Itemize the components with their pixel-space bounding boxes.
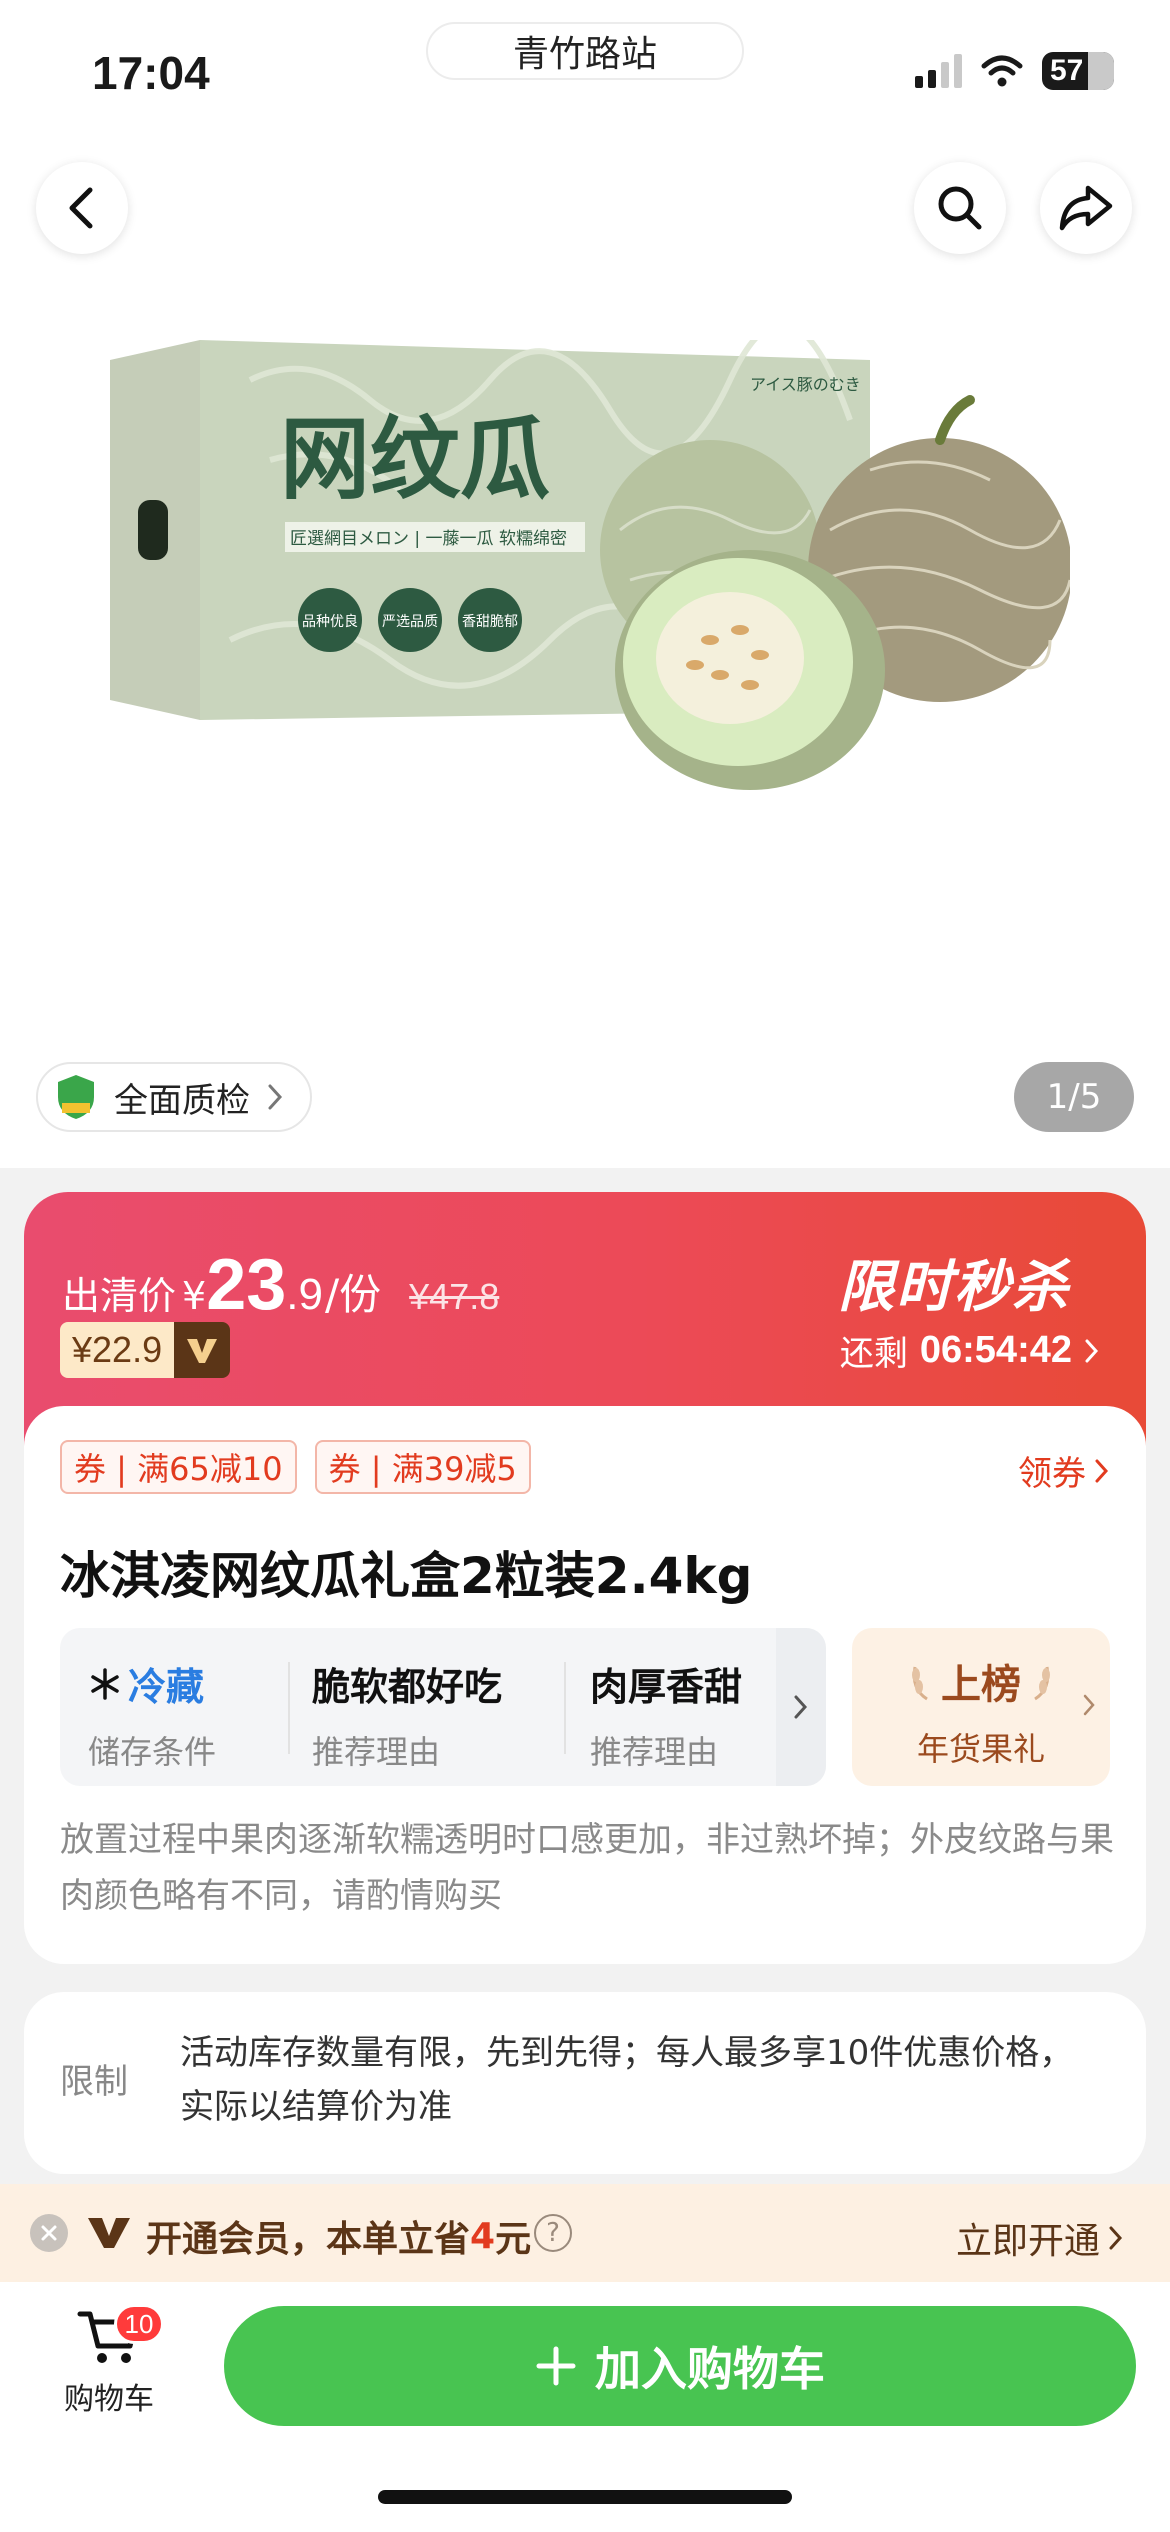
bottom-bar: 10 购物车 加入购物车 bbox=[0, 2282, 1170, 2532]
attr-value: 冷藏 bbox=[128, 1665, 205, 1709]
rank-value: 上榜 bbox=[941, 1662, 1021, 1708]
close-icon bbox=[41, 2225, 57, 2241]
vip-price: ¥22.9 bbox=[60, 1322, 175, 1378]
vip-price-tag: ¥22.9 bbox=[60, 1322, 231, 1378]
flash-sale-title: 限时秒杀 bbox=[838, 1255, 1070, 1320]
price-label: 出清价 bbox=[62, 1274, 177, 1318]
home-indicator bbox=[378, 2490, 792, 2504]
vip-logo-icon bbox=[88, 2218, 130, 2248]
membership-bar[interactable]: 开通会员，本单立省 4 元 ? 立即开通 bbox=[0, 2184, 1170, 2282]
attr-key: 推荐理由 bbox=[312, 1733, 441, 1771]
attr-more-button[interactable] bbox=[776, 1628, 826, 1786]
box-japanese: アイス豚のむき bbox=[750, 375, 861, 394]
product-title: 冰淇凌网纹瓜礼盒2粒装2.4kg bbox=[60, 1547, 753, 1605]
coupon-tag[interactable]: 券 | 满65减10 bbox=[60, 1440, 297, 1494]
share-button[interactable] bbox=[1040, 162, 1132, 254]
attr-key: 推荐理由 bbox=[590, 1733, 719, 1771]
product-info-card: 券 | 满65减10 券 | 满39减5 领券 冰淇凌网纹瓜礼盒2粒装2.4kg… bbox=[24, 1406, 1146, 1964]
box-subtitle: 匠選網目メロン | 一藤一瓜 软糯绵密 bbox=[290, 529, 567, 549]
chevron-right-icon bbox=[268, 1084, 283, 1110]
limit-label: 限制 bbox=[60, 2062, 128, 2102]
membership-text-suffix: 元 bbox=[495, 2219, 532, 2260]
attribute-strip[interactable]: 冷藏 储存条件 脆软都好吃 推荐理由 肉厚香甜 推荐理由 bbox=[60, 1628, 826, 1786]
coupon-tag[interactable]: 券 | 满39减5 bbox=[314, 1440, 531, 1494]
add-to-cart-label: 加入购物车 bbox=[595, 2342, 825, 2396]
box-badge-3: 香甜脆郁 bbox=[462, 613, 518, 630]
box-badge-1: 品种优良 bbox=[302, 614, 358, 630]
battery-icon: 57 bbox=[1042, 52, 1114, 90]
chevron-right-icon bbox=[1085, 1339, 1099, 1362]
laurel-left-icon bbox=[912, 1666, 928, 1701]
chevron-right-icon bbox=[794, 1695, 808, 1719]
vip-logo-icon bbox=[174, 1322, 231, 1378]
ranking-badge[interactable]: 上榜 年货果礼 bbox=[852, 1628, 1110, 1786]
open-membership-link[interactable]: 立即开通 bbox=[956, 2212, 1124, 2264]
open-membership-label: 立即开通 bbox=[955, 2221, 1100, 2262]
laurel-right-icon bbox=[1034, 1666, 1050, 1701]
rank-key: 年货果礼 bbox=[916, 1730, 1045, 1768]
price-currency: ¥ bbox=[182, 1274, 207, 1318]
membership-saving-amount: 4 bbox=[470, 2215, 496, 2257]
product-description: 放置过程中果肉逐渐软糯透明时口感更加，非过熟坏掉；外皮纹路与果肉颜色略有不同，请… bbox=[60, 1820, 1114, 1916]
price-unit: /份 bbox=[325, 1270, 382, 1319]
add-to-cart-button[interactable]: 加入购物车 bbox=[224, 2306, 1136, 2426]
location-pill[interactable]: 青竹路站 bbox=[426, 22, 744, 80]
back-button[interactable] bbox=[36, 162, 128, 254]
signal-icon bbox=[915, 54, 962, 88]
attr-value: 肉厚香甜 bbox=[590, 1665, 743, 1709]
cart-count-badge: 10 bbox=[114, 2304, 164, 2344]
chevron-right-icon bbox=[1109, 2226, 1123, 2250]
quality-check-pill[interactable]: 全面质检 bbox=[36, 1062, 312, 1132]
countdown-time: 06:54:42 bbox=[919, 1329, 1072, 1371]
cart-button[interactable]: 10 购物车 bbox=[54, 2304, 164, 2418]
help-icon[interactable]: ? bbox=[534, 2214, 572, 2252]
get-coupon-link[interactable]: 领券 bbox=[1018, 1446, 1110, 1495]
chevron-right-icon bbox=[1095, 1459, 1109, 1482]
attr-reason-2: 肉厚香甜 推荐理由 bbox=[590, 1628, 742, 1786]
product-image[interactable]: 网纹瓜 匠選網目メロン | 一藤一瓜 软糯绵密 アイス豚のむき 品种优良 严选品… bbox=[110, 340, 1070, 820]
quality-label: 全面质检 bbox=[114, 1080, 250, 1121]
coupon-list: 券 | 满65减10 券 | 满39减5 bbox=[60, 1440, 531, 1494]
limit-card: 限制 活动库存数量有限，先到先得；每人最多享10件优惠价格，实际以结算价为准 bbox=[24, 1992, 1146, 2174]
membership-text-prefix: 开通会员，本单立省 bbox=[146, 2219, 471, 2260]
quality-shield-icon bbox=[58, 1075, 94, 1119]
countdown: 还剩 06:54:42 bbox=[840, 1326, 1100, 1375]
attr-reason-1: 脆软都好吃 推荐理由 bbox=[312, 1628, 502, 1786]
search-icon bbox=[938, 186, 982, 230]
price-decimal: .9 bbox=[286, 1270, 323, 1319]
price-integer: 23 bbox=[206, 1245, 287, 1325]
top-area: 17:04 青竹路站 57 网纹瓜 匠選網目メロン | 一藤一瓜 软糯绵密 アイ… bbox=[0, 0, 1170, 1168]
share-icon bbox=[1059, 185, 1113, 231]
box-badge-2: 严选品质 bbox=[382, 614, 438, 630]
attr-key: 储存条件 bbox=[88, 1733, 217, 1771]
close-button[interactable] bbox=[30, 2214, 68, 2252]
chevron-left-icon bbox=[69, 187, 93, 229]
status-time: 17:04 bbox=[92, 47, 210, 99]
status-icons: 57 bbox=[915, 52, 1114, 90]
search-button[interactable] bbox=[914, 162, 1006, 254]
box-title: 网纹瓜 bbox=[280, 407, 550, 512]
limit-text: 活动库存数量有限，先到先得；每人最多享10件优惠价格，实际以结算价为准 bbox=[180, 2033, 1074, 2127]
price-row: 出清价 ¥ 23 .9 /份 ¥47.8 bbox=[62, 1244, 499, 1326]
snowflake-icon bbox=[91, 1667, 119, 1700]
chevron-right-icon bbox=[1083, 1694, 1095, 1716]
countdown-label: 还剩 bbox=[839, 1334, 908, 1374]
original-price: ¥47.8 bbox=[409, 1276, 500, 1317]
image-pager: 1/5 bbox=[1014, 1062, 1134, 1132]
plus-icon bbox=[536, 2346, 576, 2386]
membership-text: 开通会员，本单立省 4 元 bbox=[146, 2210, 531, 2262]
cart-label: 购物车 bbox=[64, 2382, 154, 2417]
wifi-icon bbox=[981, 55, 1023, 87]
attr-storage: 冷藏 储存条件 bbox=[88, 1628, 216, 1786]
attr-value: 脆软都好吃 bbox=[312, 1665, 503, 1709]
get-coupon-label: 领券 bbox=[1018, 1454, 1086, 1494]
